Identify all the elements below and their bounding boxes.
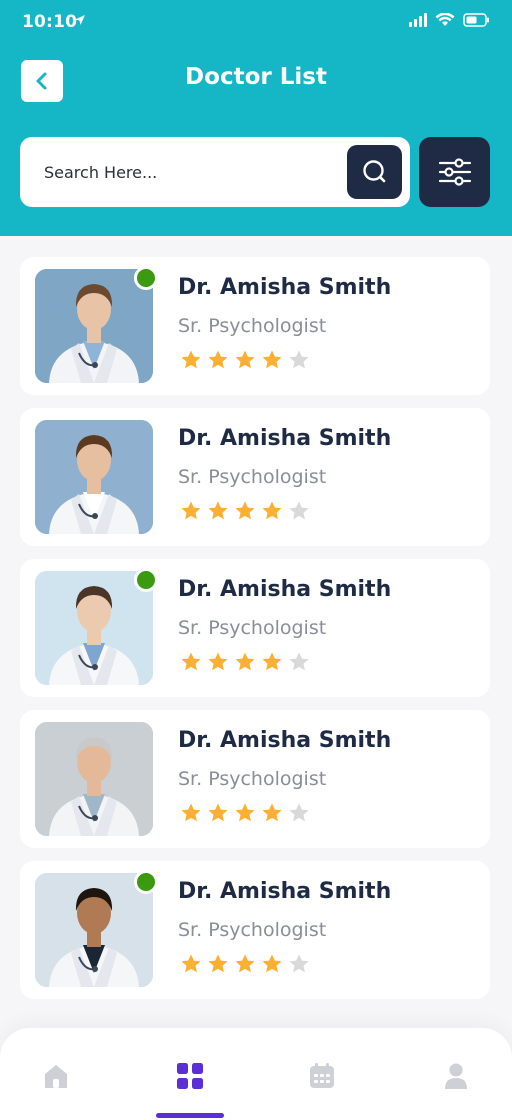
star-icon bbox=[289, 652, 309, 671]
doctor-card[interactable]: Dr. Amisha Smith Sr. Psychologist bbox=[20, 408, 490, 546]
star-icon bbox=[208, 501, 228, 520]
wifi-icon bbox=[435, 13, 455, 26]
user-icon bbox=[445, 1063, 467, 1089]
doctor-photo bbox=[35, 571, 153, 685]
star-icon bbox=[235, 350, 255, 369]
doctor-photo bbox=[35, 420, 153, 534]
star-icon bbox=[289, 501, 309, 520]
doctor-role: Sr. Psychologist bbox=[178, 919, 327, 941]
signal-icon bbox=[409, 13, 427, 27]
doctor-photo bbox=[35, 873, 153, 987]
star-icon bbox=[289, 954, 309, 973]
online-indicator bbox=[134, 568, 158, 592]
doctor-list: Dr. Amisha Smith Sr. Psychologist Dr. Am… bbox=[20, 257, 490, 1012]
online-indicator bbox=[134, 266, 158, 290]
rating-stars bbox=[180, 802, 310, 824]
status-icons bbox=[409, 13, 490, 27]
star-icon bbox=[289, 350, 309, 369]
doctor-portrait bbox=[35, 420, 153, 534]
battery-icon bbox=[463, 13, 489, 27]
star-icon bbox=[235, 501, 255, 520]
nav-calendar[interactable] bbox=[302, 1058, 342, 1094]
calendar-icon bbox=[310, 1063, 334, 1088]
doctor-role: Sr. Psychologist bbox=[178, 315, 327, 337]
rating-stars bbox=[180, 500, 310, 522]
rating-stars bbox=[180, 651, 310, 673]
star-icon bbox=[235, 954, 255, 973]
star-icon bbox=[181, 652, 201, 671]
doctor-card[interactable]: Dr. Amisha Smith Sr. Psychologist bbox=[20, 559, 490, 697]
doctor-photo bbox=[35, 269, 153, 383]
doctor-name: Dr. Amisha Smith bbox=[178, 426, 392, 451]
doctor-name: Dr. Amisha Smith bbox=[178, 728, 392, 753]
doctor-photo bbox=[35, 722, 153, 836]
grid-icon bbox=[177, 1063, 203, 1089]
online-indicator bbox=[134, 870, 158, 894]
doctor-name: Dr. Amisha Smith bbox=[178, 879, 392, 904]
sliders-icon bbox=[438, 158, 471, 186]
doctor-role: Sr. Psychologist bbox=[178, 466, 327, 488]
doctor-name: Dr. Amisha Smith bbox=[178, 275, 392, 300]
header: 10:10 Doctor List Search Here... bbox=[0, 0, 512, 236]
star-icon bbox=[208, 652, 228, 671]
doctor-card[interactable]: Dr. Amisha Smith Sr. Psychologist bbox=[20, 710, 490, 848]
page-title: Doctor List bbox=[185, 64, 327, 90]
doctor-portrait bbox=[35, 722, 153, 836]
star-icon bbox=[235, 803, 255, 822]
bottom-nav bbox=[0, 1028, 512, 1120]
doctor-role: Sr. Psychologist bbox=[178, 768, 327, 790]
star-icon bbox=[181, 350, 201, 369]
nav-home[interactable] bbox=[36, 1058, 76, 1094]
star-icon bbox=[181, 803, 201, 822]
location-arrow-icon bbox=[75, 15, 85, 25]
search-button[interactable] bbox=[347, 145, 402, 199]
doctor-card[interactable]: Dr. Amisha Smith Sr. Psychologist bbox=[20, 257, 490, 395]
home-icon bbox=[45, 1065, 67, 1088]
doctor-portrait bbox=[35, 269, 153, 383]
star-icon bbox=[181, 954, 201, 973]
star-icon bbox=[208, 954, 228, 973]
search-icon bbox=[362, 160, 385, 183]
star-icon bbox=[235, 652, 255, 671]
status-time: 10:10 bbox=[22, 12, 78, 32]
star-icon bbox=[262, 501, 282, 520]
doctor-portrait bbox=[35, 873, 153, 987]
search-box bbox=[20, 137, 410, 207]
star-icon bbox=[208, 803, 228, 822]
nav-profile[interactable] bbox=[436, 1058, 476, 1094]
doctor-card[interactable]: Dr. Amisha Smith Sr. Psychologist bbox=[20, 861, 490, 999]
doctor-name: Dr. Amisha Smith bbox=[178, 577, 392, 602]
star-icon bbox=[262, 803, 282, 822]
nav-grid[interactable] bbox=[170, 1058, 210, 1094]
status-bar: 10:10 bbox=[0, 0, 512, 44]
search-input[interactable] bbox=[44, 159, 334, 185]
star-icon bbox=[262, 652, 282, 671]
home-indicator bbox=[156, 1113, 224, 1118]
doctor-role: Sr. Psychologist bbox=[178, 617, 327, 639]
star-icon bbox=[181, 501, 201, 520]
doctor-portrait bbox=[35, 571, 153, 685]
star-icon bbox=[289, 803, 309, 822]
rating-stars bbox=[180, 349, 310, 371]
star-icon bbox=[262, 350, 282, 369]
filter-button[interactable] bbox=[419, 137, 490, 207]
star-icon bbox=[262, 954, 282, 973]
star-icon bbox=[208, 350, 228, 369]
rating-stars bbox=[180, 953, 310, 975]
